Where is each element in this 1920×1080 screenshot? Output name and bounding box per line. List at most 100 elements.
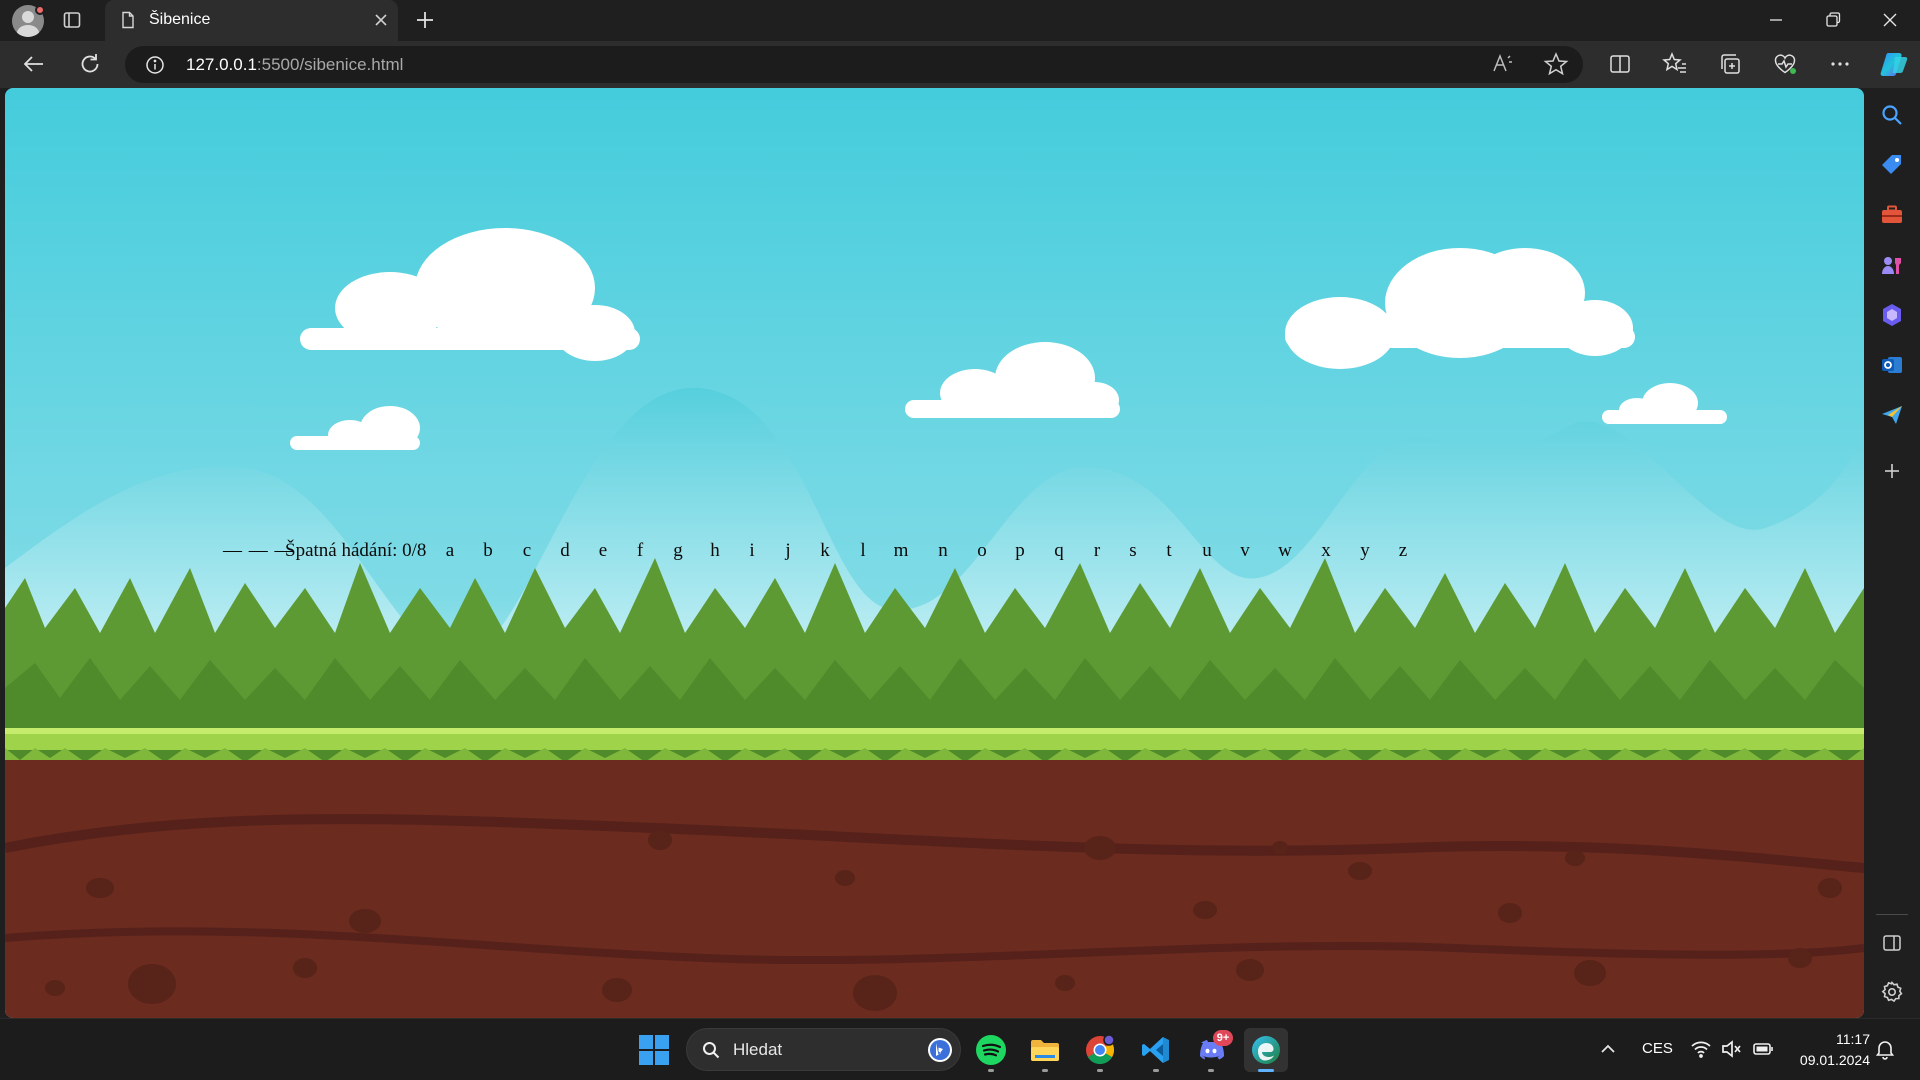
letter-button-i[interactable]: i xyxy=(737,540,767,562)
tab-actions-icon[interactable] xyxy=(62,10,82,30)
letter-button-k[interactable]: k xyxy=(810,540,840,562)
letter-button-u[interactable]: u xyxy=(1192,540,1222,562)
running-indicator xyxy=(1153,1069,1159,1072)
search-icon xyxy=(703,1042,720,1059)
running-indicator xyxy=(1208,1069,1214,1072)
volume-muted-icon[interactable] xyxy=(1720,1038,1742,1060)
letter-button-r[interactable]: r xyxy=(1082,540,1112,562)
wifi-icon[interactable] xyxy=(1690,1038,1712,1060)
favorites-icon[interactable] xyxy=(1662,51,1688,77)
letter-button-a[interactable]: a xyxy=(435,540,465,562)
clock-time[interactable]: 11:17 xyxy=(1822,1031,1870,1047)
browser-toolbar: 127.0.0.1:5500/sibenice.html xyxy=(0,41,1920,88)
letter-button-b[interactable]: b xyxy=(473,540,503,562)
address-bar[interactable]: 127.0.0.1:5500/sibenice.html xyxy=(125,46,1583,83)
restore-icon[interactable] xyxy=(1821,8,1845,32)
shopping-tag-icon[interactable] xyxy=(1879,152,1905,178)
close-tab-icon[interactable] xyxy=(371,10,391,30)
add-sidebar-app-icon[interactable] xyxy=(1879,458,1905,484)
sidebar-search-icon[interactable] xyxy=(1879,102,1905,128)
letter-button-o[interactable]: o xyxy=(967,540,997,562)
taskbar-file-explorer[interactable] xyxy=(1023,1028,1067,1072)
url-text[interactable]: 127.0.0.1:5500/sibenice.html xyxy=(186,55,403,75)
letter-button-g[interactable]: g xyxy=(663,540,693,562)
avatar-body xyxy=(17,25,39,37)
letter-button-j[interactable]: j xyxy=(773,540,803,562)
letter-button-m[interactable]: m xyxy=(886,540,916,562)
clock-date[interactable]: 09.01.2024 xyxy=(1790,1052,1870,1068)
spotify-icon xyxy=(976,1035,1006,1065)
avatar-head xyxy=(22,11,34,23)
battery-icon[interactable] xyxy=(1752,1038,1774,1060)
document-icon xyxy=(122,11,134,29)
microsoft-365-icon[interactable] xyxy=(1879,302,1905,328)
tools-briefcase-icon[interactable] xyxy=(1879,202,1905,228)
edge-icon xyxy=(1252,1036,1280,1064)
letter-button-z[interactable]: z xyxy=(1388,540,1418,562)
running-indicator xyxy=(1097,1069,1103,1072)
letter-button-e[interactable]: e xyxy=(588,540,618,562)
running-indicator xyxy=(988,1069,994,1072)
letter-button-f[interactable]: f xyxy=(625,540,655,562)
hide-sidebar-icon[interactable] xyxy=(1879,930,1905,956)
letter-button-d[interactable]: d xyxy=(550,540,580,562)
tab-sibenice[interactable]: Šibenice xyxy=(105,0,398,41)
page-viewport: — — — Špatná hádání: 0/8 abcdefghijklmno… xyxy=(5,88,1864,1018)
letter-button-p[interactable]: p xyxy=(1005,540,1035,562)
more-menu-icon[interactable] xyxy=(1827,51,1853,77)
letter-button-x[interactable]: x xyxy=(1311,540,1341,562)
favorite-star-icon[interactable] xyxy=(1543,51,1569,77)
show-hidden-icons-icon[interactable] xyxy=(1598,1039,1618,1059)
taskbar-discord[interactable]: 9+ xyxy=(1189,1028,1233,1072)
outlook-icon[interactable] xyxy=(1879,352,1905,378)
vscode-icon xyxy=(1142,1037,1169,1063)
taskbar-edge[interactable] xyxy=(1244,1028,1288,1072)
edge-sidebar xyxy=(1864,88,1920,1018)
site-info-icon[interactable] xyxy=(145,55,165,75)
taskbar-search[interactable]: Hledat xyxy=(686,1028,961,1071)
bing-icon[interactable] xyxy=(927,1037,953,1063)
hangman-game-line: — — — Špatná hádání: 0/8 abcdefghijklmno… xyxy=(223,540,1663,570)
letter-button-w[interactable]: w xyxy=(1270,540,1300,562)
browser-essentials-icon[interactable] xyxy=(1772,51,1798,77)
windows-start-icon[interactable] xyxy=(637,1033,671,1067)
letter-button-h[interactable]: h xyxy=(700,540,730,562)
taskbar-vscode[interactable] xyxy=(1134,1028,1178,1072)
letter-button-t[interactable]: t xyxy=(1154,540,1184,562)
refresh-icon[interactable] xyxy=(77,51,103,77)
back-icon[interactable] xyxy=(21,51,47,77)
taskbar-chrome[interactable] xyxy=(1078,1028,1122,1072)
letter-button-n[interactable]: n xyxy=(928,540,958,562)
notification-bell-icon[interactable] xyxy=(1874,1038,1896,1060)
tab-strip: Šibenice xyxy=(0,0,1920,41)
games-icon[interactable] xyxy=(1879,252,1905,278)
chrome-icon xyxy=(1086,1034,1115,1064)
sidebar-settings-icon[interactable] xyxy=(1879,979,1905,1005)
input-language[interactable]: CES xyxy=(1642,1040,1673,1057)
close-window-icon[interactable] xyxy=(1878,8,1902,32)
letter-button-l[interactable]: l xyxy=(848,540,878,562)
send-plane-icon[interactable] xyxy=(1879,402,1905,428)
letter-button-v[interactable]: v xyxy=(1230,540,1260,562)
wrong-guesses-counter: Špatná hádání: 0/8 xyxy=(285,540,427,561)
letter-button-q[interactable]: q xyxy=(1044,540,1074,562)
new-tab-icon[interactable] xyxy=(414,9,436,31)
file-explorer-icon xyxy=(1031,1040,1059,1061)
windows-taskbar: Hledat 9+ CES 11:17 09.01.2024 xyxy=(0,1018,1920,1080)
split-screen-icon[interactable] xyxy=(1607,51,1633,77)
letter-button-y[interactable]: y xyxy=(1350,540,1380,562)
collections-icon[interactable] xyxy=(1717,51,1743,77)
grass-highlight xyxy=(5,728,1864,734)
active-indicator xyxy=(1258,1069,1274,1072)
tab-title: Šibenice xyxy=(149,11,211,28)
taskbar-spotify[interactable] xyxy=(969,1028,1013,1072)
letter-button-c[interactable]: c xyxy=(512,540,542,562)
letter-button-s[interactable]: s xyxy=(1118,540,1148,562)
minimize-icon[interactable] xyxy=(1764,8,1788,32)
discord-notification-badge: 9+ xyxy=(1213,1030,1233,1046)
copilot-icon[interactable] xyxy=(1879,49,1909,79)
read-aloud-icon[interactable] xyxy=(1491,52,1515,76)
running-indicator xyxy=(1042,1069,1048,1072)
search-placeholder: Hledat xyxy=(733,1040,783,1059)
profile-notification-dot xyxy=(35,5,45,15)
